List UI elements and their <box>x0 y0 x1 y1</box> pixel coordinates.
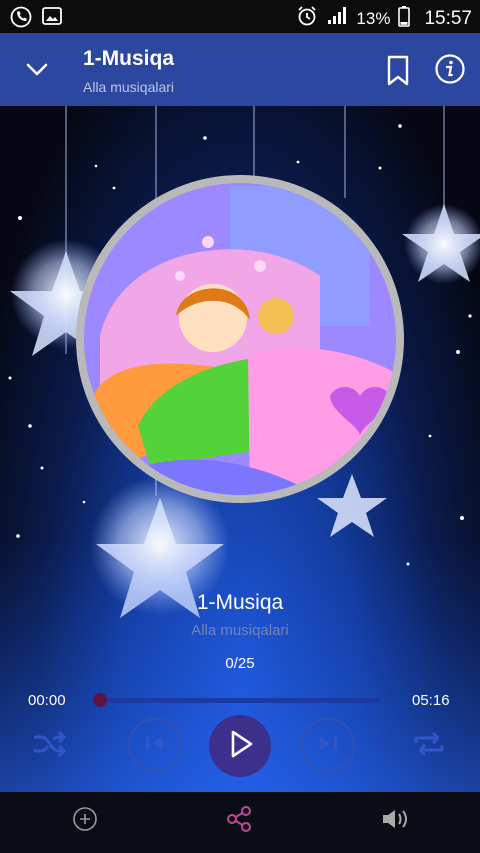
volume-icon <box>380 806 410 837</box>
song-title: 1-Musiqa <box>196 591 284 614</box>
bottom-toolbar <box>0 792 480 853</box>
artwork-background: 1-Musiqa Alla musiqalari 0/25 00:00 05:1… <box>0 106 480 792</box>
repeat-button[interactable] <box>408 726 450 766</box>
page-title: 1-Musiqa <box>83 47 175 70</box>
add-icon <box>72 806 98 837</box>
gallery-icon <box>42 6 62 33</box>
status-bar: 13% 15:57 <box>0 0 480 33</box>
shuffle-icon <box>31 729 67 764</box>
bookmark-icon[interactable] <box>385 55 411 92</box>
page-subtitle: Alla musiqalari <box>83 79 175 95</box>
previous-icon <box>142 730 168 761</box>
phone-icon <box>10 6 32 33</box>
clock-time: 15:57 <box>424 7 472 29</box>
album-art <box>76 175 404 503</box>
app-bar: 1-Musiqa Alla musiqalari <box>0 33 480 106</box>
next-button[interactable] <box>301 718 355 772</box>
battery-percent: 13% <box>356 8 391 28</box>
shuffle-button[interactable] <box>28 726 70 766</box>
add-to-playlist-button[interactable] <box>70 806 100 836</box>
progress-bar[interactable] <box>92 698 380 703</box>
night-sky-stars-image <box>0 106 480 792</box>
alarm-icon <box>296 5 318 32</box>
progress-thumb[interactable] <box>93 693 107 707</box>
play-icon <box>225 728 255 765</box>
battery-icon <box>398 5 411 32</box>
share-icon <box>224 804 254 839</box>
volume-button[interactable] <box>378 806 412 836</box>
info-icon[interactable] <box>434 53 466 90</box>
play-button[interactable] <box>209 715 271 777</box>
share-button[interactable] <box>222 804 256 838</box>
track-counter: 0/25 <box>225 655 255 672</box>
next-icon <box>315 730 341 761</box>
previous-button[interactable] <box>128 718 182 772</box>
repeat-icon <box>412 729 446 764</box>
song-subtitle: Alla musiqalari <box>191 622 289 639</box>
duration-time: 05:16 <box>412 692 450 709</box>
signal-icon <box>326 6 348 31</box>
elapsed-time: 00:00 <box>28 692 66 709</box>
chevron-down-icon[interactable] <box>22 55 52 85</box>
